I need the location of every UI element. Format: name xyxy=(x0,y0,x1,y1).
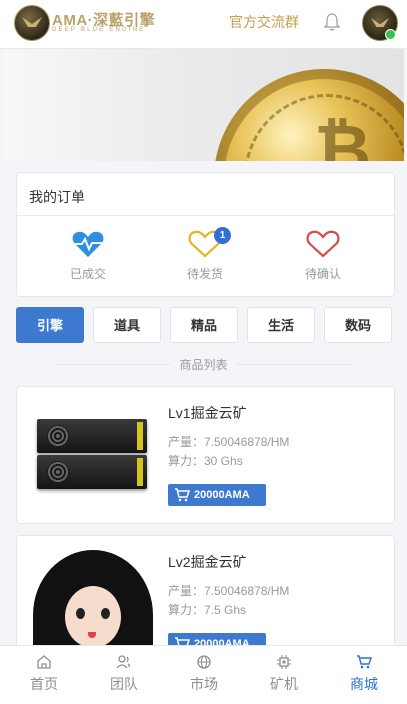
order-status-pending-confirm[interactable]: 待确认 xyxy=(268,229,378,282)
product-price: 20000AMA xyxy=(194,489,250,501)
nav-team[interactable]: 团队 xyxy=(94,654,154,694)
nav-home[interactable]: 首页 xyxy=(14,654,74,694)
bell-icon[interactable] xyxy=(323,12,341,32)
top-header: AMA·深藍引擎 DEEP BLUE ENGINE 官方交流群 xyxy=(0,0,407,49)
product-output: 产量：7.50046878/HM xyxy=(168,435,290,449)
product-title: Lv1掘金云矿 xyxy=(168,405,247,421)
product-hashrate: 算力：30 Ghs xyxy=(168,454,243,468)
nav-miner[interactable]: 矿机 xyxy=(254,654,314,694)
order-status-completed[interactable]: 已成交 xyxy=(33,229,143,282)
my-orders-title[interactable]: 我的订单 xyxy=(29,187,85,207)
logo-subtitle: DEEP BLUE ENGINE xyxy=(52,27,146,33)
order-status-label: 待发货 xyxy=(186,267,223,281)
tab-props[interactable]: 道具 xyxy=(93,307,161,343)
tab-engine[interactable]: 引擎 xyxy=(16,307,84,343)
order-status-label: 待确认 xyxy=(304,267,341,281)
online-status-dot xyxy=(385,29,396,40)
tab-digital[interactable]: 数码 xyxy=(324,307,392,343)
nav-label: 矿机 xyxy=(270,676,298,692)
buy-button[interactable]: 20000AMA xyxy=(168,484,266,506)
globe-icon xyxy=(197,655,211,669)
heart-outline-icon xyxy=(306,230,340,258)
home-icon xyxy=(37,655,51,669)
divider xyxy=(17,215,394,216)
product-title: Lv2掘金云矿 xyxy=(168,554,247,570)
bitcoin-coin-image: ₿ xyxy=(214,69,404,161)
order-status-pending-ship[interactable]: 1 待发货 xyxy=(150,227,260,282)
team-icon xyxy=(116,655,130,669)
nav-label: 商城 xyxy=(350,676,378,692)
miner-product-image xyxy=(33,415,153,495)
nav-shop[interactable]: 商城 xyxy=(334,654,394,694)
nav-label: 首页 xyxy=(30,676,58,692)
promo-banner[interactable]: ₿ xyxy=(4,49,404,161)
official-group-link[interactable]: 官方交流群 xyxy=(229,12,299,32)
order-status-label: 已成交 xyxy=(69,267,106,281)
cart-icon xyxy=(357,655,372,669)
product-card[interactable]: Lv1掘金云矿 产量：7.50046878/HM 算力：30 Ghs 20000… xyxy=(16,386,395,524)
bottom-navigation: 首页 团队 市场 矿机 商城 xyxy=(0,645,407,704)
cart-icon xyxy=(175,488,190,502)
product-output: 产量：7.50046878/HM xyxy=(168,584,290,598)
my-orders-card: 我的订单 已成交 1 待发货 待确认 xyxy=(16,172,395,297)
product-list-heading: 商品列表 xyxy=(0,356,407,373)
chip-icon xyxy=(277,655,291,669)
eagle-logo-icon[interactable] xyxy=(14,5,50,41)
nav-label: 团队 xyxy=(110,676,138,692)
pending-count-badge: 1 xyxy=(214,227,231,244)
nav-market[interactable]: 市场 xyxy=(174,654,234,694)
nav-label: 市场 xyxy=(190,676,218,692)
heartbeat-icon xyxy=(72,231,104,257)
tab-life[interactable]: 生活 xyxy=(247,307,315,343)
product-hashrate: 算力：7.5 Ghs xyxy=(168,603,247,617)
tab-premium[interactable]: 精品 xyxy=(170,307,238,343)
